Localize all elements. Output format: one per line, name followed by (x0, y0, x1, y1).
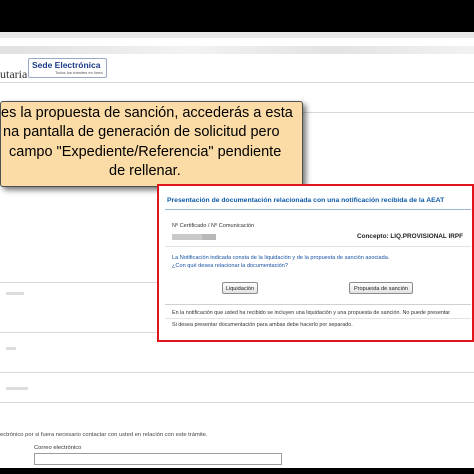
blurred-text (6, 387, 28, 390)
divider (165, 304, 471, 305)
email-field[interactable] (34, 453, 282, 465)
propuesta-sancion-button[interactable]: Propuesta de sanción (349, 282, 413, 294)
section-divider (0, 402, 474, 403)
top-bar (0, 32, 474, 38)
logo-subtitle: Todos los trámites en línea (55, 70, 103, 75)
email-label: Correo electrónico (34, 445, 82, 451)
callout-line: es la propuesta de sanción, accederás a … (1, 105, 293, 121)
concepto-value: Concepto: LIQ.PROVISIONAL IRPF (357, 233, 464, 240)
certificate-label: Nº Certificado / Nº Comunicación (172, 223, 255, 229)
liquidacion-button[interactable]: Liquidación (222, 282, 258, 294)
divider (165, 318, 471, 319)
question-text: ¿Con qué desea relacionar la documentaci… (172, 263, 288, 269)
contact-instructions: ectrónico por si fuera necesario contact… (0, 432, 208, 438)
brand-fragment: utaria (0, 67, 28, 81)
blurred-text (6, 347, 16, 350)
callout-line: na pantalla de generación de solicitud p… (3, 124, 280, 140)
question-text: La Notificación indicada consta de la li… (172, 255, 390, 261)
browser-page: utaria Sede Electrónica Todos los trámit… (0, 32, 474, 468)
sede-electronica-logo[interactable]: Sede Electrónica Todos los trámites en l… (28, 58, 107, 78)
blurred-text (6, 292, 24, 295)
callout-line: campo "Expediente/Referencia" pendiente (9, 144, 282, 160)
notification-dialog: Presentación de documentación relacionad… (157, 184, 474, 342)
title-underline (165, 209, 471, 210)
tutorial-callout: es la propuesta de sanción, accederás a … (0, 101, 303, 187)
divider (165, 246, 471, 247)
certificate-value-redacted (202, 234, 216, 240)
blurred-header-line (0, 46, 474, 54)
header-divider (0, 82, 474, 83)
info-text: Si desea presentar documentación para am… (172, 322, 353, 328)
section-divider (0, 372, 474, 373)
logo-title: Sede Electrónica (32, 60, 101, 70)
callout-line: de rellenar. (109, 163, 181, 179)
info-text: En la notificación que usted ha recibido… (172, 310, 451, 316)
dialog-title: Presentación de documentación relacionad… (167, 197, 445, 204)
